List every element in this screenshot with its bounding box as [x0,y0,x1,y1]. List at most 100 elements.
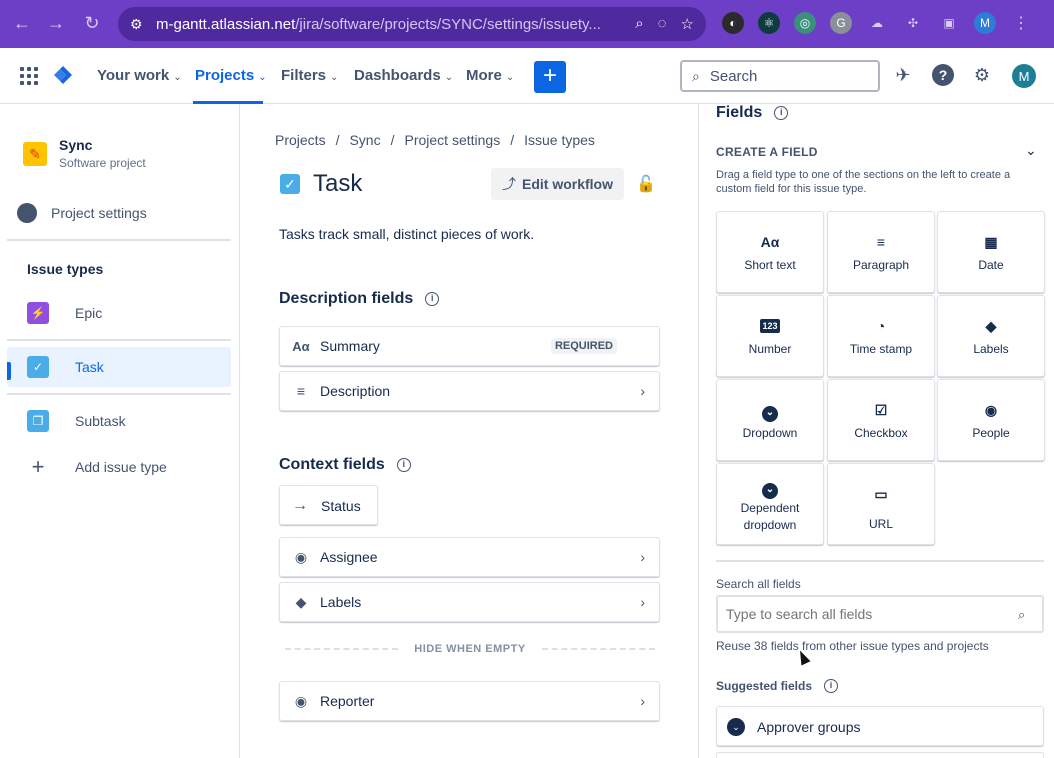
search-all-fields-input[interactable] [716,595,1044,633]
project-avatar-icon: ✎ [23,142,47,166]
sidebar-item-subtask[interactable]: ❐ Subtask [7,401,231,441]
field-type-dropdown[interactable]: ⌄ Dropdown [716,379,824,461]
field-type-dependent-dropdown[interactable]: ⌄ Dependent dropdown [716,463,824,545]
field-assignee[interactable]: ◉ Assignee › [279,537,660,577]
back-arrow-icon[interactable]: ← [4,13,40,34]
field-type-number[interactable]: 123 Number [716,295,824,377]
sidebar-item-epic[interactable]: ⚡ Epic [7,293,231,333]
chevron-down-icon[interactable]: ⌄ [1025,142,1037,159]
breadcrumb-projects[interactable]: Projects [275,132,326,148]
search-icon[interactable]: ⌕ [635,15,643,33]
browser-toolbar: ← → ↻ ⚙ m-gantt.atlassian.net/jira/softw… [0,0,1054,48]
clock-icon: ◔ [876,318,886,334]
breadcrumb-project-settings[interactable]: Project settings [404,132,500,148]
unlock-icon[interactable]: 🔓 [636,174,656,194]
issue-type-description[interactable]: Tasks track small, distinct pieces of wo… [279,226,534,242]
nav-filters[interactable]: Filters ⌄ [281,67,338,84]
check-icon: ✓ [27,356,49,378]
notifications-icon[interactable]: ✈ [892,64,914,86]
grammarly-icon[interactable]: G [830,12,852,34]
react-devtools-icon[interactable]: ⚛ [758,12,780,34]
create-button[interactable]: + [534,61,566,93]
field-type-label: URL [868,517,893,531]
field-type-paragraph[interactable]: ≡ Paragraph [827,211,935,293]
page-title[interactable]: Task [313,170,362,198]
help-icon[interactable]: ? [932,64,954,86]
extension-icon[interactable]: ◎ [794,12,816,34]
reuse-fields-text[interactable]: Reuse 38 fields from other issue types a… [716,639,989,653]
puzzle-icon[interactable]: ✣ [902,12,924,34]
back-to-project-settings[interactable]: ← Project settings [17,203,147,223]
field-type-label: Short text [744,258,796,272]
text-icon: Aα [292,338,310,354]
calendar-icon: ▦ [984,234,998,250]
field-type-url[interactable]: ▭ URL [827,463,935,545]
suggested-field-next[interactable] [716,752,1044,758]
user-avatar[interactable]: M [1012,64,1036,88]
field-type-people[interactable]: ◉ People [937,379,1045,461]
project-name: Sync [59,137,93,153]
field-type-time-stamp[interactable]: ◔ Time stamp [827,295,935,377]
info-icon[interactable]: i [396,458,411,472]
suggested-field-approver-groups[interactable]: ⌄ Approver groups [716,706,1044,746]
field-type-label: Time stamp [849,342,913,356]
field-label: Description [320,383,391,399]
field-summary[interactable]: Aα Summary REQUIRED [279,326,660,366]
jira-logo-icon[interactable] [52,64,74,86]
suggested-fields-title: Suggested fields i [716,679,839,693]
reload-icon[interactable]: ↻ [74,13,110,34]
required-badge: REQUIRED [550,338,617,354]
extension-icon[interactable]: ◐ [722,12,744,34]
field-label: Labels [320,594,362,610]
address-bar[interactable]: ⚙ m-gantt.atlassian.net/jira/software/pr… [118,7,706,41]
fields-panel: Fields i CREATE A FIELD ⌄ Drag a field ty… [700,104,1054,758]
edit-workflow-label: Edit workflow [522,176,613,192]
search-input[interactable]: ⌕ Search [680,60,880,92]
project-type: Software project [59,156,146,170]
forward-arrow-icon[interactable]: → [38,13,74,34]
field-label: Summary [320,338,380,354]
breadcrumb: Projects / Sync / Project settings / Issue typ… [275,132,595,148]
field-status[interactable]: → Status [279,485,378,525]
create-field-heading[interactable]: CREATE A FIELD [716,145,818,159]
field-type-date[interactable]: ▦ Date [937,211,1045,293]
site-info-icon[interactable]: ⚙ [130,16,156,33]
field-type-labels[interactable]: ◆ Labels [937,295,1045,377]
info-icon[interactable]: i [824,679,839,693]
eye-off-icon[interactable]: ◌ [658,15,667,33]
url-text[interactable]: m-gantt.atlassian.net/jira/software/proj… [156,16,635,33]
nav-more[interactable]: More ⌄ [466,67,514,84]
nav-dashboards[interactable]: Dashboards ⌄ [354,67,453,84]
add-issue-type-button[interactable]: + Add issue type [7,447,231,487]
field-type-label: Paragraph [852,258,910,272]
edit-workflow-button[interactable]: ⤴ Edit workflow [491,168,624,200]
field-type-short-text[interactable]: Aα Short text [716,211,824,293]
chevron-down-icon: ⌄ [505,72,515,83]
info-icon[interactable]: i [774,106,789,120]
sidepanel-icon[interactable]: ▣ [938,12,960,34]
star-icon[interactable]: ☆ [681,15,694,33]
nav-your-work[interactable]: Your work ⌄ [97,67,182,84]
menu-icon[interactable]: ⋮ [1010,12,1032,34]
divider [7,239,231,241]
arrow-right-icon: → [292,497,308,514]
extension-icon[interactable]: ☁ [866,12,888,34]
task-type-icon[interactable]: ✓ [280,174,300,194]
nav-projects[interactable]: Projects ⌄ [195,67,267,84]
field-reporter[interactable]: ◉ Reporter › [279,681,660,721]
info-icon[interactable]: i [425,292,440,306]
settings-gear-icon[interactable]: ⚙ [971,64,993,86]
profile-avatar[interactable]: M [974,12,996,34]
selected-indicator [7,362,11,380]
field-type-label: Checkbox [854,426,908,440]
app-switcher-icon[interactable] [20,67,38,85]
chevron-down-icon: ⌄ [444,72,454,83]
breadcrumb-sync[interactable]: Sync [349,132,380,148]
field-type-checkbox[interactable]: ☑ Checkbox [827,379,935,461]
sidebar-item-task[interactable]: ✓ Task [7,347,231,387]
breadcrumb-issue-types[interactable]: Issue types [524,132,595,148]
tag-icon: ◆ [295,593,307,610]
field-labels[interactable]: ◆ Labels › [279,582,660,622]
chevron-right-icon: › [640,594,645,610]
field-description[interactable]: ≡ Description › [279,371,660,411]
